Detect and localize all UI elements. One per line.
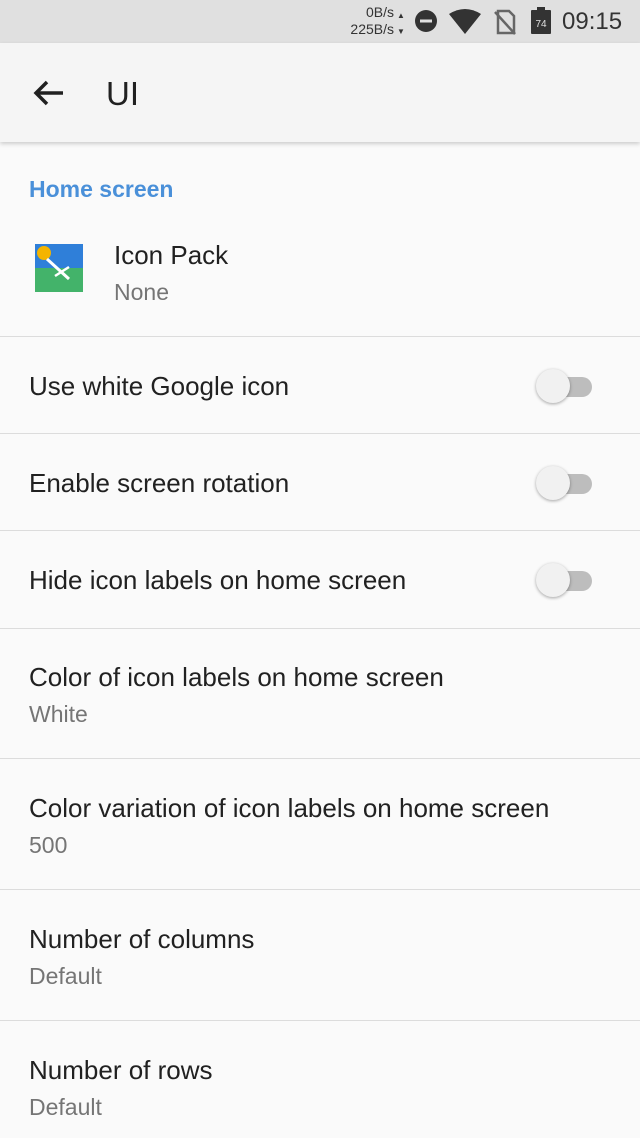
net-down-speed: 225B/s	[350, 21, 394, 37]
wifi-icon	[449, 9, 481, 34]
status-bar: 0B/s 225B/s ▲ ▼ 74 09:15	[0, 0, 640, 43]
hide-icon-labels-toggle[interactable]	[536, 563, 592, 597]
section-header-home-screen: Home screen	[29, 176, 174, 202]
pref-screen-rotation-title: Enable screen rotation	[29, 468, 290, 498]
pref-label-color[interactable]	[0, 628, 640, 758]
pref-white-google-icon-title: Use white Google icon	[29, 371, 290, 401]
battery-level: 74	[535, 19, 547, 30]
net-up-speed: 0B/s	[365, 4, 394, 20]
page-title: UI	[106, 75, 139, 112]
pref-label-color-variation-title: Color variation of icon labels on home s…	[29, 793, 550, 823]
network-speed: 0B/s 225B/s	[350, 4, 394, 38]
pref-columns-title: Number of columns	[29, 924, 255, 954]
pref-rows-title: Number of rows	[29, 1055, 213, 1085]
pref-label-color-summary: White	[29, 701, 88, 727]
back-arrow-icon[interactable]	[30, 74, 68, 112]
pref-hide-icon-labels-title: Hide icon labels on home screen	[29, 565, 407, 595]
battery-icon: 74	[531, 7, 551, 34]
clock: 09:15	[562, 8, 623, 35]
pref-columns-summary: Default	[29, 963, 102, 989]
pref-icon-pack-summary: None	[114, 279, 169, 305]
app-bar: UI	[0, 43, 640, 142]
pref-icon-pack[interactable]	[0, 214, 640, 336]
net-arrows-icon: ▲ ▼	[397, 11, 405, 36]
screen-rotation-toggle[interactable]	[536, 466, 592, 500]
pref-label-color-title: Color of icon labels on home screen	[29, 662, 444, 692]
no-sim-icon	[494, 9, 516, 35]
pref-rows-summary: Default	[29, 1094, 102, 1120]
pref-icon-pack-title: Icon Pack	[114, 240, 229, 270]
dnd-icon	[415, 10, 437, 32]
white-google-icon-toggle[interactable]	[536, 369, 592, 403]
icon-pack-icon	[35, 244, 83, 292]
pref-label-color-variation-summary: 500	[29, 832, 68, 858]
